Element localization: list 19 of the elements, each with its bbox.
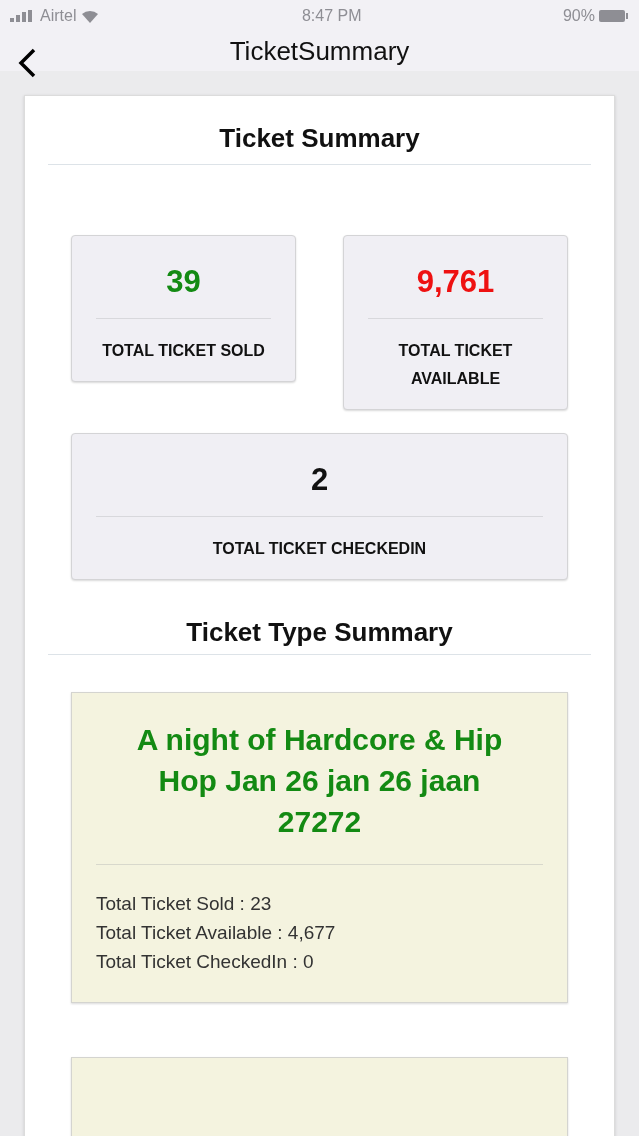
section-title: Ticket Type Summary <box>185 616 454 648</box>
battery-percent: 90% <box>562 6 595 26</box>
stat-label: TOTAL TICKET CHECKEDIN <box>212 539 427 559</box>
stat-label: TOTAL TICKET AVAILABLE <box>397 341 514 389</box>
stat-label: TOTAL TICKET SOLD <box>102 341 265 361</box>
ticket-stat-line: Total Ticket CheckedIn : 0 <box>96 950 315 974</box>
battery-icon <box>599 9 629 23</box>
page-title: TicketSummary <box>229 35 410 68</box>
wifi-icon <box>80 9 101 23</box>
stat-value: 2 <box>310 461 329 499</box>
clock-time: 8:47 PM <box>301 6 362 26</box>
stat-value: 9,761 <box>416 263 495 301</box>
ticket-type-name: A night of Hardcore & Hip Hop Jan 26 jan 26 jaan 27272 <box>135 722 504 840</box>
section-title: Ticket Summary <box>218 122 421 154</box>
ticket-stat-line: Total Ticket Available : 4,677 <box>96 921 337 945</box>
stat-value: 39 <box>166 263 201 301</box>
back-icon <box>18 48 36 78</box>
ticket-stat-line: Total Ticket Sold : 23 <box>96 892 273 916</box>
carrier-name: Airtel <box>40 6 77 26</box>
